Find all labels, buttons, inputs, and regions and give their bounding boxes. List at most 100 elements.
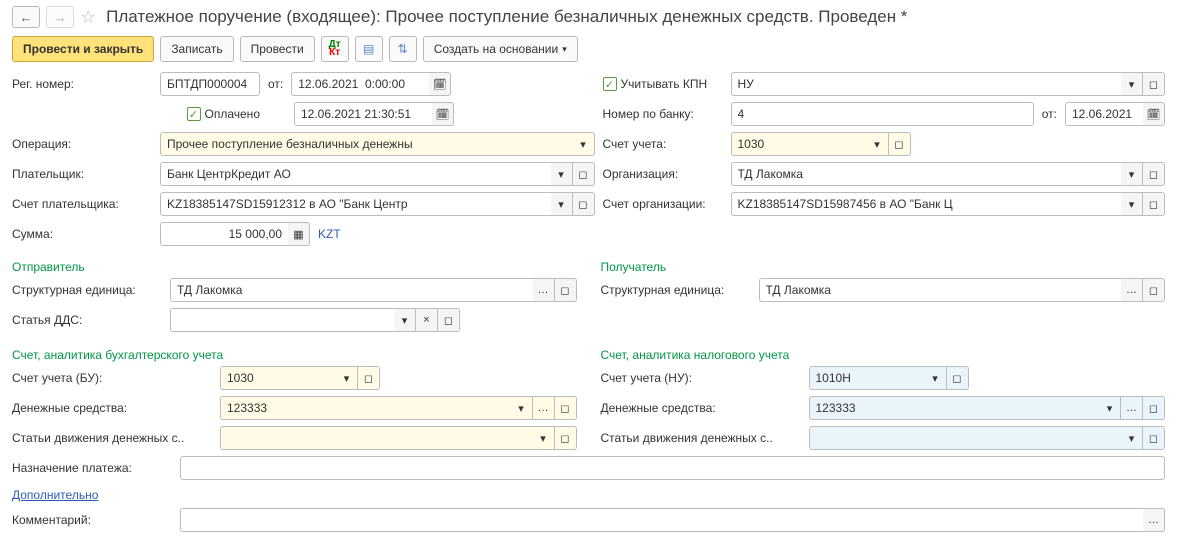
- cash-right-input[interactable]: [809, 396, 1100, 420]
- payer-acct-open-icon[interactable]: ◻: [573, 192, 595, 216]
- sender-struct-open-icon[interactable]: ◻: [555, 278, 577, 302]
- cash-right-label: Денежные средства:: [601, 401, 801, 415]
- flow-left-input[interactable]: [220, 426, 533, 450]
- sender-struct-label: Структурная единица:: [12, 283, 162, 297]
- calendar-icon-2[interactable]: 🗓: [432, 102, 454, 126]
- org-acct-label: Счет организации:: [603, 197, 723, 211]
- cash-left-select-icon[interactable]: …: [533, 396, 555, 420]
- account-dropdown-icon[interactable]: ▾: [867, 132, 889, 156]
- nav-back-button[interactable]: ←: [12, 6, 40, 28]
- nu-input[interactable]: [731, 72, 1122, 96]
- recipient-header: Получатель: [601, 260, 1166, 274]
- debit-credit-icon: ДтКт: [329, 41, 341, 57]
- cash-left-dropdown-icon[interactable]: ▾: [511, 396, 533, 420]
- chevron-down-icon: ▾: [562, 44, 567, 55]
- operation-input[interactable]: [160, 132, 573, 156]
- nu-dropdown-icon[interactable]: ▾: [1121, 72, 1143, 96]
- account-bu-label: Счет учета (БУ):: [12, 371, 212, 385]
- structure-button[interactable]: ⇅: [389, 36, 417, 62]
- dds-clear-icon[interactable]: ×: [416, 308, 438, 332]
- document-icon: ▤: [363, 42, 374, 56]
- flow-left-dropdown-icon[interactable]: ▾: [533, 426, 555, 450]
- calculator-icon[interactable]: ▦: [288, 222, 310, 246]
- purpose-label: Назначение платежа:: [12, 461, 172, 475]
- account-input[interactable]: [731, 132, 867, 156]
- sender-struct-select-icon[interactable]: …: [533, 278, 555, 302]
- report-button[interactable]: ▤: [355, 36, 383, 62]
- post-button[interactable]: Провести: [240, 36, 315, 62]
- account-nu-dropdown-icon[interactable]: ▾: [925, 366, 947, 390]
- flow-right-dropdown-icon[interactable]: ▾: [1121, 426, 1143, 450]
- account-nu-label: Счет учета (НУ):: [601, 371, 801, 385]
- reg-number-input[interactable]: [160, 72, 260, 96]
- debit-credit-button[interactable]: ДтКт: [321, 36, 349, 62]
- payer-acct-dropdown-icon[interactable]: ▾: [551, 192, 573, 216]
- comment-input[interactable]: [180, 508, 1143, 532]
- org-acct-open-icon[interactable]: ◻: [1143, 192, 1165, 216]
- nu-header: Счет, аналитика налогового учета: [601, 348, 1166, 362]
- sum-input[interactable]: [160, 222, 288, 246]
- create-based-button[interactable]: Создать на основании ▾: [423, 36, 578, 62]
- org-acct-dropdown-icon[interactable]: ▾: [1121, 192, 1143, 216]
- account-nu-input[interactable]: [809, 366, 925, 390]
- org-open-icon[interactable]: ◻: [1143, 162, 1165, 186]
- from-label-2: от:: [1042, 107, 1057, 121]
- cash-right-dropdown-icon[interactable]: ▾: [1099, 396, 1121, 420]
- cash-left-open-icon[interactable]: ◻: [555, 396, 577, 420]
- org-label: Организация:: [603, 167, 723, 181]
- org-acct-input[interactable]: [731, 192, 1122, 216]
- cash-left-input[interactable]: [220, 396, 511, 420]
- payer-input[interactable]: [160, 162, 551, 186]
- post-and-close-button[interactable]: Провести и закрыть: [12, 36, 154, 62]
- account-bu-input[interactable]: [220, 366, 336, 390]
- account-bu-dropdown-icon[interactable]: ▾: [336, 366, 358, 390]
- flow-left-open-icon[interactable]: ◻: [555, 426, 577, 450]
- bank-number-label: Номер по банку:: [603, 107, 723, 121]
- calendar-icon-1[interactable]: 🗓: [429, 72, 451, 96]
- consider-kpn-checkbox[interactable]: ✓: [603, 77, 617, 91]
- payer-dropdown-icon[interactable]: ▾: [551, 162, 573, 186]
- operation-dropdown-icon[interactable]: ▾: [573, 132, 595, 156]
- date2-input[interactable]: [294, 102, 432, 126]
- calendar-icon-3[interactable]: 🗓: [1143, 102, 1165, 126]
- account-nu-open-icon[interactable]: ◻: [947, 366, 969, 390]
- payer-acct-input[interactable]: [160, 192, 551, 216]
- flow-right-input[interactable]: [809, 426, 1122, 450]
- recipient-struct-label: Структурная единица:: [601, 283, 751, 297]
- flow-right-open-icon[interactable]: ◻: [1143, 426, 1165, 450]
- cash-right-select-icon[interactable]: …: [1121, 396, 1143, 420]
- sender-header: Отправитель: [12, 260, 577, 274]
- recipient-struct-open-icon[interactable]: ◻: [1143, 278, 1165, 302]
- from-label-1: от:: [268, 77, 283, 91]
- operation-label: Операция:: [12, 137, 152, 151]
- dds-input[interactable]: [170, 308, 394, 332]
- account-open-icon[interactable]: ◻: [889, 132, 911, 156]
- additional-link[interactable]: Дополнительно: [12, 488, 98, 502]
- cash-right-open-icon[interactable]: ◻: [1143, 396, 1165, 420]
- paid-label: Оплачено: [205, 107, 260, 121]
- bu-header: Счет, аналитика бухгалтерского учета: [12, 348, 577, 362]
- nu-open-icon[interactable]: ◻: [1143, 72, 1165, 96]
- dds-open-icon[interactable]: ◻: [438, 308, 460, 332]
- purpose-input[interactable]: [180, 456, 1165, 480]
- bank-number-input[interactable]: [731, 102, 1034, 126]
- date1-input[interactable]: [291, 72, 429, 96]
- org-input[interactable]: [731, 162, 1122, 186]
- nav-forward-button[interactable]: →: [46, 6, 74, 28]
- account-bu-open-icon[interactable]: ◻: [358, 366, 380, 390]
- dds-dropdown-icon[interactable]: ▾: [394, 308, 416, 332]
- hierarchy-icon: ⇅: [398, 42, 408, 56]
- comment-select-icon[interactable]: …: [1143, 508, 1165, 532]
- favorite-star-icon[interactable]: ☆: [80, 7, 96, 28]
- recipient-struct-select-icon[interactable]: …: [1121, 278, 1143, 302]
- save-button[interactable]: Записать: [160, 36, 233, 62]
- sum-label: Сумма:: [12, 227, 152, 241]
- payer-label: Плательщик:: [12, 167, 152, 181]
- payer-open-icon[interactable]: ◻: [573, 162, 595, 186]
- org-dropdown-icon[interactable]: ▾: [1121, 162, 1143, 186]
- sender-struct-input[interactable]: [170, 278, 533, 302]
- paid-checkbox[interactable]: ✓: [187, 107, 201, 121]
- bank-date-input[interactable]: [1065, 102, 1143, 126]
- recipient-struct-input[interactable]: [759, 278, 1122, 302]
- dds-label: Статья ДДС:: [12, 313, 162, 327]
